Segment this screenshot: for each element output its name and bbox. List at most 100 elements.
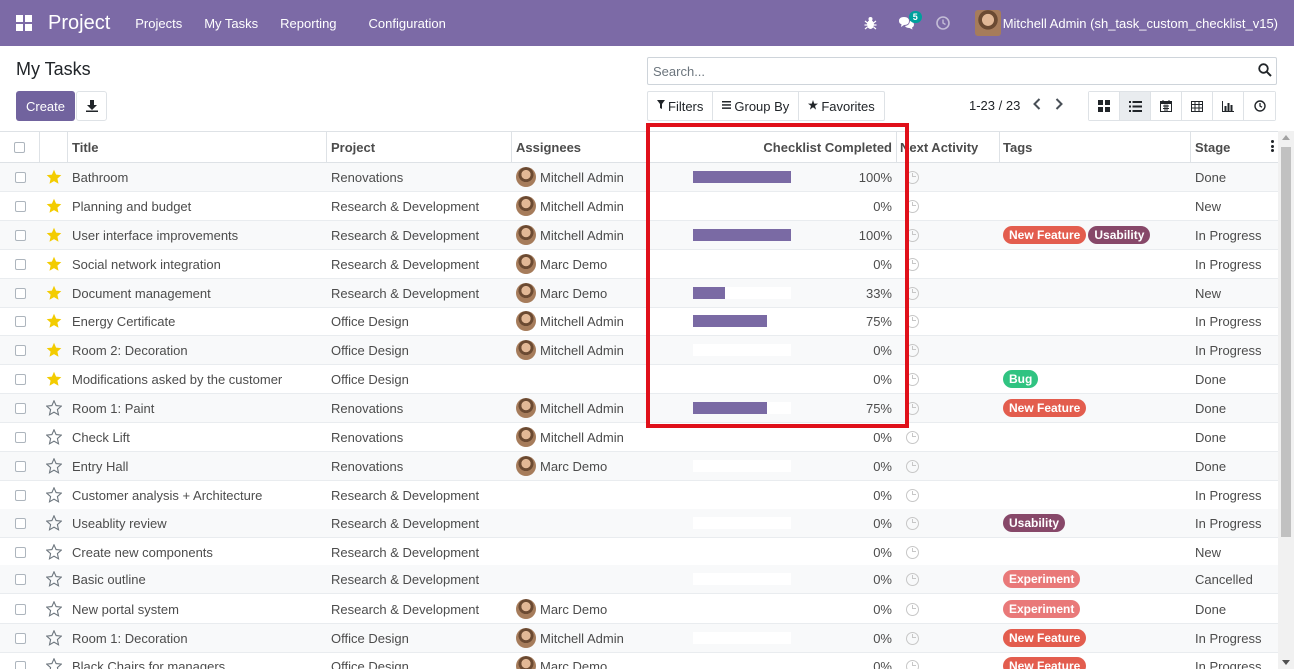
table-row[interactable]: Check Lift Renovations Mitchell Admin 0% Don… — [0, 423, 1278, 452]
user-menu[interactable]: Mitchell Admin (sh_task_custom_checklist… — [974, 10, 1278, 36]
table-row[interactable]: Create new components Research & Developm… — [0, 538, 1278, 567]
starred-priority-icon[interactable] — [40, 163, 68, 191]
messages-chat-icon[interactable]: 5 — [889, 0, 925, 46]
activity-clock-icon[interactable] — [906, 401, 919, 415]
task-project[interactable]: Renovations — [327, 163, 512, 191]
next-activity[interactable] — [897, 423, 1000, 451]
next-activity[interactable] — [897, 307, 1000, 335]
activity-clock-icon[interactable] — [906, 602, 919, 616]
header-stage[interactable]: Stage — [1191, 132, 1278, 162]
task-assignee[interactable]: Mitchell Admin — [512, 624, 648, 652]
task-assignee[interactable] — [512, 365, 648, 393]
unstarred-priority-icon[interactable] — [40, 595, 68, 623]
task-assignee[interactable]: Marc Demo — [512, 279, 648, 307]
menu-reporting[interactable]: Reporting — [280, 16, 336, 31]
activity-clock-icon[interactable] — [906, 314, 919, 328]
task-stage[interactable]: In Progress — [1191, 624, 1278, 652]
kanban-view-icon[interactable] — [1089, 92, 1120, 120]
task-assignee[interactable]: Mitchell Admin — [512, 336, 648, 364]
unstarred-priority-icon[interactable] — [40, 509, 68, 537]
task-assignee[interactable]: Mitchell Admin — [512, 394, 648, 422]
task-tags[interactable]: New Feature — [1000, 624, 1191, 652]
task-stage[interactable]: Done — [1191, 365, 1278, 393]
task-tags[interactable] — [1000, 423, 1191, 451]
task-title[interactable]: Room 1: Paint — [68, 394, 327, 422]
table-row[interactable]: Modifications asked by the customer Offic… — [0, 365, 1278, 394]
next-activity[interactable] — [897, 250, 1000, 278]
task-stage[interactable]: Done — [1191, 394, 1278, 422]
task-tags[interactable]: Experiment — [1000, 565, 1191, 593]
header-assignees[interactable]: Assignees — [512, 132, 648, 162]
task-project[interactable]: Research & Development — [327, 192, 512, 220]
task-assignee[interactable]: Mitchell Admin — [512, 163, 648, 191]
next-activity[interactable] — [897, 192, 1000, 220]
next-activity[interactable] — [897, 336, 1000, 364]
starred-priority-icon[interactable] — [40, 365, 68, 393]
task-project[interactable]: Office Design — [327, 365, 512, 393]
activity-clock-icon[interactable] — [906, 286, 919, 300]
task-title[interactable]: Energy Certificate — [68, 307, 327, 335]
task-project[interactable]: Research & Development — [327, 538, 512, 566]
task-assignee[interactable] — [512, 538, 648, 566]
activity-clock-icon[interactable] — [906, 545, 919, 559]
starred-priority-icon[interactable] — [40, 192, 68, 220]
table-row[interactable]: Room 1: Decoration Office Design Mitchell … — [0, 624, 1278, 653]
activity-clock-icon[interactable] — [906, 199, 919, 213]
task-title[interactable]: Create new components — [68, 538, 327, 566]
task-project[interactable]: Renovations — [327, 452, 512, 480]
task-project[interactable]: Research & Development — [327, 221, 512, 249]
table-row[interactable]: Room 2: Decoration Office Design Mitchell … — [0, 336, 1278, 365]
row-checkbox[interactable] — [0, 336, 40, 364]
task-project[interactable]: Research & Development — [327, 279, 512, 307]
next-activity[interactable] — [897, 624, 1000, 652]
unstarred-priority-icon[interactable] — [40, 423, 68, 451]
select-all-checkbox[interactable] — [0, 132, 40, 162]
header-project[interactable]: Project — [327, 132, 512, 162]
task-title[interactable]: Modifications asked by the customer — [68, 365, 327, 393]
task-stage[interactable]: In Progress — [1191, 250, 1278, 278]
unstarred-priority-icon[interactable] — [40, 481, 68, 509]
task-project[interactable]: Office Design — [327, 652, 512, 669]
export-download-button[interactable] — [76, 91, 107, 121]
next-activity[interactable] — [897, 538, 1000, 566]
starred-priority-icon[interactable] — [40, 221, 68, 249]
next-activity[interactable] — [897, 509, 1000, 537]
task-project[interactable]: Research & Development — [327, 565, 512, 593]
task-assignee[interactable] — [512, 565, 648, 593]
task-stage[interactable]: In Progress — [1191, 336, 1278, 364]
task-title[interactable]: Document management — [68, 279, 327, 307]
row-checkbox[interactable] — [0, 509, 40, 537]
table-row[interactable]: Basic outline Research & Development 0% Exp… — [0, 565, 1278, 594]
task-assignee[interactable]: Mitchell Admin — [512, 423, 648, 451]
task-title[interactable]: Room 1: Decoration — [68, 624, 327, 652]
task-title[interactable]: Customer analysis + Architecture — [68, 481, 327, 509]
task-title[interactable]: Room 2: Decoration — [68, 336, 327, 364]
row-checkbox[interactable] — [0, 365, 40, 393]
unstarred-priority-icon[interactable] — [40, 394, 68, 422]
pager-next-icon[interactable] — [1055, 98, 1063, 113]
task-tags[interactable] — [1000, 307, 1191, 335]
task-assignee[interactable]: Marc Demo — [512, 452, 648, 480]
task-title[interactable]: New portal system — [68, 595, 327, 623]
task-stage[interactable]: New — [1191, 192, 1278, 220]
task-assignee[interactable] — [512, 509, 648, 537]
row-checkbox[interactable] — [0, 452, 40, 480]
table-row[interactable]: Entry Hall Renovations Marc Demo 0% Done — [0, 452, 1278, 481]
table-row[interactable]: User interface improvements Research & De… — [0, 221, 1278, 250]
task-stage[interactable]: In Progress — [1191, 652, 1278, 669]
row-checkbox[interactable] — [0, 595, 40, 623]
scrollbar-thumb[interactable] — [1281, 147, 1291, 537]
task-title[interactable]: Check Lift — [68, 423, 327, 451]
table-row[interactable]: New portal system Research & Development M… — [0, 595, 1278, 624]
unstarred-priority-icon[interactable] — [40, 565, 68, 593]
unstarred-priority-icon[interactable] — [40, 624, 68, 652]
next-activity[interactable] — [897, 595, 1000, 623]
task-stage[interactable]: In Progress — [1191, 221, 1278, 249]
task-tags[interactable]: Experiment — [1000, 595, 1191, 623]
menu-projects[interactable]: Projects — [135, 16, 182, 31]
unstarred-priority-icon[interactable] — [40, 652, 68, 669]
task-stage[interactable]: Done — [1191, 452, 1278, 480]
activity-view-icon[interactable] — [1244, 92, 1275, 120]
row-checkbox[interactable] — [0, 279, 40, 307]
next-activity[interactable] — [897, 394, 1000, 422]
